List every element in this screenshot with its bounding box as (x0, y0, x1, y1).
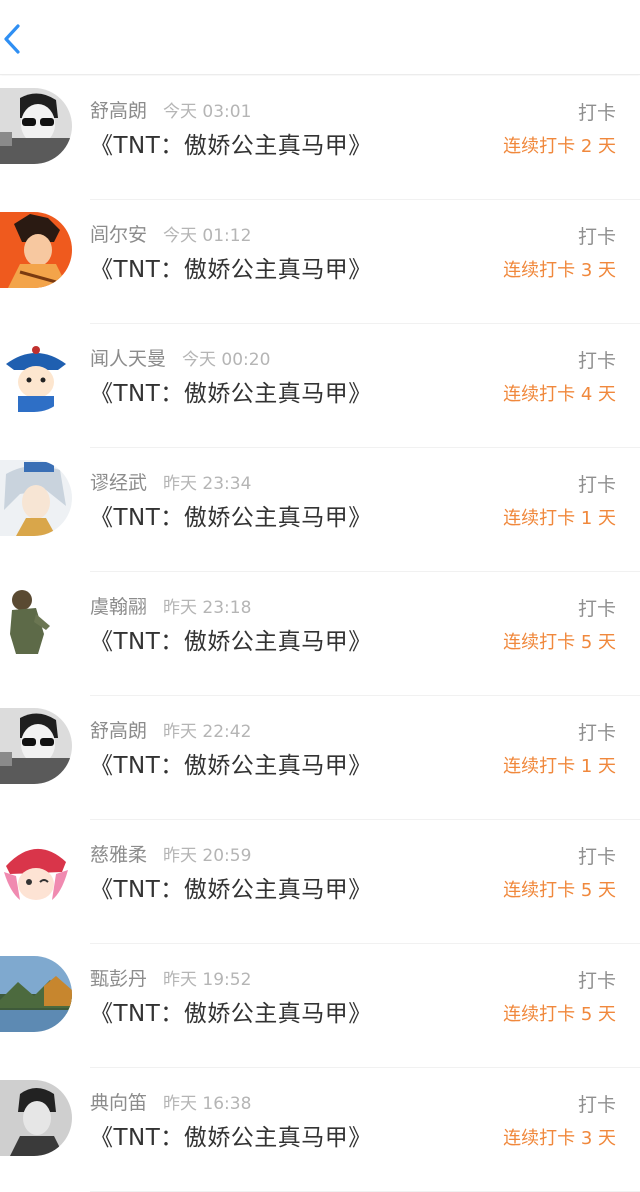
streak-text: 连续打卡 5 天 (503, 880, 616, 901)
row-meta: 闻人天曼 今天 00:20 (90, 344, 270, 370)
checkin-row[interactable]: 慈雅柔 昨天 20:59 《TNT：傲娇公主真马甲》 打卡 连续打卡 5 天 (0, 820, 640, 944)
checkin-time: 昨天 22:42 (163, 722, 252, 742)
checkin-time: 今天 00:20 (182, 350, 271, 370)
checkin-row[interactable]: 舒高朗 今天 03:01 《TNT：傲娇公主真马甲》 打卡 连续打卡 2 天 (0, 76, 640, 200)
book-title[interactable]: 《TNT：傲娇公主真马甲》 (90, 250, 372, 284)
book-title[interactable]: 《TNT：傲娇公主真马甲》 (90, 622, 372, 656)
chevron-left-icon (4, 24, 20, 54)
book-title[interactable]: 《TNT：傲娇公主真马甲》 (90, 870, 372, 904)
row-meta: 虞翰翮 昨天 23:18 (90, 592, 251, 618)
avatar[interactable] (0, 460, 72, 536)
checkin-time: 昨天 23:18 (163, 598, 252, 618)
checkin-row[interactable]: 闻人天曼 今天 00:20 《TNT：傲娇公主真马甲》 打卡 连续打卡 4 天 (0, 324, 640, 448)
checkin-label: 打卡 (577, 970, 616, 992)
checkin-row[interactable]: 闾尔安 今天 01:12 《TNT：傲娇公主真马甲》 打卡 连续打卡 3 天 (0, 200, 640, 324)
book-title[interactable]: 《TNT：傲娇公主真马甲》 (90, 1118, 372, 1152)
avatar[interactable] (0, 1080, 72, 1156)
row-meta: 舒高朗 今天 03:01 (90, 96, 251, 122)
row-meta: 谬经武 昨天 23:34 (90, 468, 251, 494)
avatar[interactable] (0, 956, 72, 1032)
book-title[interactable]: 《TNT：傲娇公主真马甲》 (90, 994, 372, 1028)
user-name[interactable]: 虞翰翮 (90, 596, 147, 618)
checkin-time: 昨天 16:38 (163, 1094, 252, 1114)
streak-text: 连续打卡 3 天 (503, 1128, 616, 1149)
row-meta: 闾尔安 今天 01:12 (90, 220, 251, 246)
streak-text: 连续打卡 5 天 (503, 1004, 616, 1025)
streak-text: 连续打卡 3 天 (503, 260, 616, 281)
row-meta: 典向笛 昨天 16:38 (90, 1088, 251, 1114)
streak-text: 连续打卡 1 天 (503, 508, 616, 529)
checkin-label: 打卡 (577, 102, 616, 124)
user-name[interactable]: 甄彭丹 (90, 968, 147, 990)
checkin-label: 打卡 (577, 598, 616, 620)
book-title[interactable]: 《TNT：傲娇公主真马甲》 (90, 746, 372, 780)
top-bar (0, 0, 640, 75)
checkin-row[interactable]: 谬经武 昨天 23:34 《TNT：傲娇公主真马甲》 打卡 连续打卡 1 天 (0, 448, 640, 572)
checkin-label: 打卡 (577, 350, 616, 372)
checkin-time: 昨天 23:34 (163, 474, 252, 494)
checkin-list: 舒高朗 今天 03:01 《TNT：傲娇公主真马甲》 打卡 连续打卡 2 天 闾尔… (0, 76, 640, 1192)
book-title[interactable]: 《TNT：傲娇公主真马甲》 (90, 126, 372, 160)
avatar[interactable] (0, 336, 72, 412)
checkin-time: 今天 03:01 (163, 102, 252, 122)
avatar[interactable] (0, 708, 72, 784)
checkin-label: 打卡 (577, 474, 616, 496)
checkin-time: 今天 01:12 (163, 226, 252, 246)
row-meta: 甄彭丹 昨天 19:52 (90, 964, 251, 990)
user-name[interactable]: 闻人天曼 (90, 348, 166, 370)
checkin-row[interactable]: 典向笛 昨天 16:38 《TNT：傲娇公主真马甲》 打卡 连续打卡 3 天 (0, 1068, 640, 1192)
avatar[interactable] (0, 584, 72, 660)
avatar[interactable] (0, 88, 72, 164)
avatar[interactable] (0, 832, 72, 908)
checkin-label: 打卡 (577, 226, 616, 248)
user-name[interactable]: 典向笛 (90, 1092, 147, 1114)
streak-text: 连续打卡 2 天 (503, 136, 616, 157)
checkin-time: 昨天 20:59 (163, 846, 252, 866)
user-name[interactable]: 舒高朗 (90, 100, 147, 122)
checkin-label: 打卡 (577, 722, 616, 744)
user-name[interactable]: 舒高朗 (90, 720, 147, 742)
row-meta: 舒高朗 昨天 22:42 (90, 716, 251, 742)
streak-text: 连续打卡 4 天 (503, 384, 616, 405)
book-title[interactable]: 《TNT：傲娇公主真马甲》 (90, 498, 372, 532)
row-meta: 慈雅柔 昨天 20:59 (90, 840, 251, 866)
user-name[interactable]: 闾尔安 (90, 224, 147, 246)
user-name[interactable]: 慈雅柔 (90, 844, 147, 866)
checkin-row[interactable]: 虞翰翮 昨天 23:18 《TNT：傲娇公主真马甲》 打卡 连续打卡 5 天 (0, 572, 640, 696)
streak-text: 连续打卡 5 天 (503, 632, 616, 653)
checkin-label: 打卡 (577, 846, 616, 868)
avatar[interactable] (0, 212, 72, 288)
back-button[interactable] (0, 20, 40, 60)
user-name[interactable]: 谬经武 (90, 472, 147, 494)
checkin-time: 昨天 19:52 (163, 970, 252, 990)
checkin-row[interactable]: 舒高朗 昨天 22:42 《TNT：傲娇公主真马甲》 打卡 连续打卡 1 天 (0, 696, 640, 820)
checkin-label: 打卡 (577, 1094, 616, 1116)
streak-text: 连续打卡 1 天 (503, 756, 616, 777)
checkin-row[interactable]: 甄彭丹 昨天 19:52 《TNT：傲娇公主真马甲》 打卡 连续打卡 5 天 (0, 944, 640, 1068)
book-title[interactable]: 《TNT：傲娇公主真马甲》 (90, 374, 372, 408)
